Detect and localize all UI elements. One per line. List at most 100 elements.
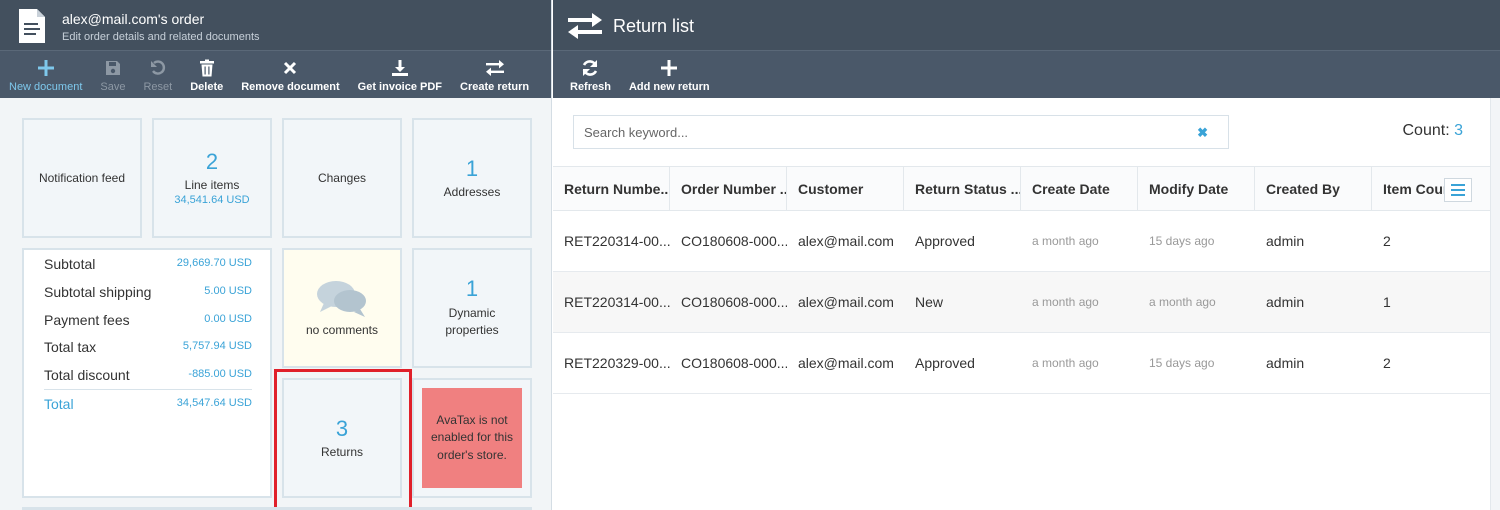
subtotal-value: 29,669.70 USD — [176, 257, 252, 269]
refresh-button[interactable]: Refresh — [561, 51, 620, 98]
line-items-label: Line items — [184, 178, 240, 193]
column-header-modify-date[interactable]: Modify Date — [1138, 167, 1255, 210]
payment-fees-value: 0.00 USD — [204, 313, 252, 325]
add-new-return-button[interactable]: Add new return — [620, 51, 719, 98]
total-tax-value: 5,757.94 USD — [182, 340, 252, 352]
remove-document-button[interactable]: Remove document — [232, 51, 348, 98]
return-list-header: Return list — [553, 0, 1500, 50]
comments-label: no comments — [305, 323, 379, 337]
table-header: Return Numbe... Order Number ... Custome… — [553, 166, 1490, 211]
changes-label: Changes — [317, 171, 367, 185]
refresh-icon — [583, 60, 598, 76]
cell-return-status: New — [915, 294, 944, 310]
line-items-amount: 34,541.64 USD — [174, 194, 250, 207]
new-document-button[interactable]: New document — [0, 51, 91, 98]
download-icon — [391, 60, 408, 76]
totals-row: Payment fees 0.00 USD — [44, 312, 252, 328]
totals-row: Total discount -885.00 USD — [44, 367, 252, 390]
total-value: 34,547.64 USD — [176, 397, 252, 409]
get-invoice-pdf-button[interactable]: Get invoice PDF — [349, 51, 451, 98]
clear-search-icon[interactable]: ✖ — [1197, 125, 1208, 141]
addresses-count: 1 — [465, 155, 479, 181]
returns-highlight-box — [274, 369, 412, 510]
count-value: 3 — [1454, 122, 1463, 139]
total-discount-value: -885.00 USD — [188, 368, 252, 380]
vertical-scrollbar[interactable] — [1490, 98, 1500, 510]
table-row[interactable]: RET220329-00... CO180608-000... alex@mai… — [553, 333, 1490, 394]
document-icon — [19, 9, 45, 43]
refresh-label: Refresh — [570, 81, 611, 93]
exchange-icon — [568, 13, 602, 39]
grid-menu-button[interactable] — [1444, 178, 1472, 202]
plus-icon — [661, 60, 678, 76]
subtotal-shipping-label: Subtotal shipping — [44, 284, 152, 300]
new-document-label: New document — [9, 81, 83, 93]
comments-icon — [317, 281, 366, 317]
cell-create-date: a month ago — [1032, 234, 1099, 248]
changes-widget[interactable]: Changes — [282, 118, 402, 238]
count-label: Count: — [1402, 122, 1450, 139]
create-return-label: Create return — [460, 81, 530, 93]
search-input[interactable] — [574, 116, 1174, 148]
delete-label: Delete — [190, 81, 224, 93]
count-display: Count: 3 — [1403, 122, 1464, 140]
delete-button[interactable]: Delete — [181, 51, 232, 98]
dynamic-properties-label: Dynamic properties — [445, 305, 499, 338]
addresses-widget[interactable]: 1 Addresses — [412, 118, 532, 238]
total-discount-label: Total discount — [44, 367, 130, 383]
cell-customer: alex@mail.com — [798, 233, 894, 249]
cell-created-by: admin — [1266, 294, 1305, 310]
column-header-return-status[interactable]: Return Status ... — [904, 167, 1021, 210]
trash-icon — [199, 59, 214, 77]
column-header-order-number[interactable]: Order Number ... — [670, 167, 787, 210]
cell-modify-date: a month ago — [1149, 295, 1216, 309]
dynamic-properties-widget[interactable]: 1 Dynamic properties — [412, 248, 532, 368]
plus-icon — [37, 60, 54, 76]
create-return-button[interactable]: Create return — [451, 51, 538, 98]
cell-created-by: admin — [1266, 355, 1305, 371]
save-icon — [105, 61, 120, 75]
return-list-blade: Return list Refresh Add new return ✖ Cou… — [553, 0, 1500, 510]
cell-created-by: admin — [1266, 233, 1305, 249]
totals-row: Subtotal shipping 5.00 USD — [44, 284, 252, 300]
blade-title: alex@mail.com's order — [62, 11, 205, 27]
cell-return-status: Approved — [915, 233, 975, 249]
search-bar-area: ✖ Count: 3 — [553, 98, 1490, 166]
table-row[interactable]: RET220314-00... CO180608-000... alex@mai… — [553, 272, 1490, 333]
comments-widget[interactable]: no comments — [282, 248, 402, 368]
column-header-customer[interactable]: Customer — [787, 167, 904, 210]
cell-order-number: CO180608-000... — [681, 355, 787, 371]
undo-icon — [150, 60, 165, 75]
cell-order-number: CO180608-000... — [681, 233, 787, 249]
blade-title: Return list — [613, 16, 695, 36]
line-items-widget[interactable]: 2 Line items 34,541.64 USD — [152, 118, 272, 238]
cell-item-count: 2 — [1383, 355, 1391, 371]
totals-row: Total 34,547.64 USD — [44, 396, 252, 412]
menu-icon — [1451, 184, 1465, 196]
payment-fees-label: Payment fees — [44, 312, 130, 328]
notification-feed-label: Notification feed — [38, 171, 126, 185]
table-row[interactable]: RET220314-00... CO180608-000... alex@mai… — [553, 211, 1490, 272]
cell-modify-date: 15 days ago — [1149, 234, 1215, 248]
cell-return-number: RET220329-00... — [564, 355, 670, 371]
column-header-created-by[interactable]: Created By — [1255, 167, 1372, 210]
order-toolbar: New document Save Reset Delete Remove do… — [0, 50, 551, 98]
get-invoice-pdf-label: Get invoice PDF — [357, 81, 443, 93]
totals-widget[interactable]: Subtotal 29,669.70 USD Subtotal shipping… — [22, 248, 272, 498]
column-header-create-date[interactable]: Create Date — [1021, 167, 1138, 210]
add-new-return-label: Add new return — [628, 81, 710, 93]
total-label: Total — [44, 396, 74, 412]
remove-document-label: Remove document — [241, 81, 340, 93]
reset-button[interactable]: Reset — [134, 51, 181, 98]
cell-create-date: a month ago — [1032, 356, 1099, 370]
exchange-icon — [485, 60, 504, 76]
avatax-warning: AvaTax is not enabled for this order's s… — [422, 388, 522, 488]
return-list-toolbar: Refresh Add new return — [553, 50, 1500, 98]
blade-subtitle: Edit order details and related documents — [62, 31, 260, 43]
cell-order-number: CO180608-000... — [681, 294, 787, 310]
notification-feed-widget[interactable]: Notification feed — [22, 118, 142, 238]
cell-modify-date: 15 days ago — [1149, 356, 1215, 370]
save-button[interactable]: Save — [91, 51, 134, 98]
subtotal-label: Subtotal — [44, 256, 96, 272]
column-header-return-number[interactable]: Return Numbe... — [553, 167, 670, 210]
